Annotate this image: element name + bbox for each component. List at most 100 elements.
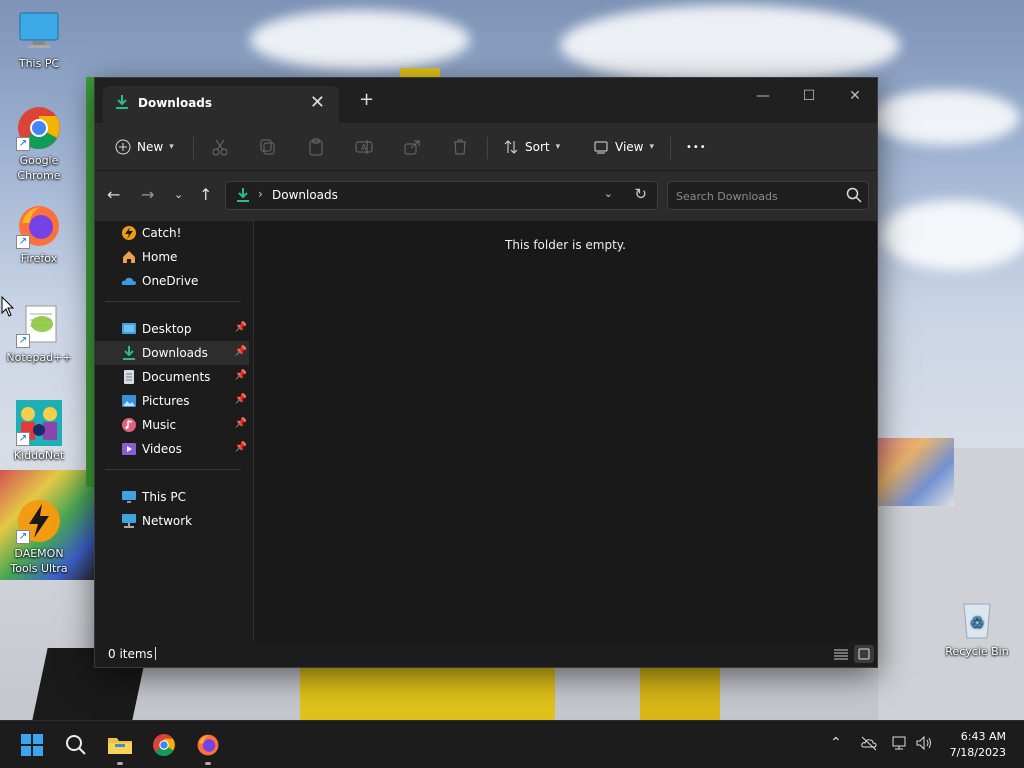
volume-icon[interactable] <box>915 735 933 755</box>
sidebar-item-network[interactable]: Network <box>95 509 249 533</box>
address-dropdown-chevron-icon[interactable]: ⌄ <box>604 187 613 200</box>
desktop-icon-label: Recycle Bin <box>945 645 1009 658</box>
search-box[interactable] <box>667 181 869 210</box>
sidebar-divider <box>105 301 241 302</box>
cut-button[interactable] <box>211 135 229 159</box>
desktop-icon-label: Google Chrome <box>17 154 61 182</box>
sidebar-item-label: This PC <box>142 490 186 504</box>
sidebar-item-documents[interactable]: Documents 📌 <box>95 365 249 389</box>
copy-button[interactable] <box>259 135 277 159</box>
new-button-label: New <box>137 140 164 154</box>
forward-arrow-icon[interactable]: → <box>141 185 154 204</box>
address-row: ← → ⌄ ↑ › Downloads ⌄ ↻ <box>95 171 877 221</box>
daemon-tools-icon: ↗ <box>16 498 62 544</box>
desktop-icon-firefox[interactable]: ↗ Firefox <box>1 203 77 266</box>
more-options-button[interactable]: ••• <box>686 135 707 159</box>
scissors-icon <box>212 139 228 156</box>
pin-icon[interactable]: 📌 <box>235 370 247 381</box>
address-bar[interactable]: › Downloads ⌄ ↻ <box>225 181 658 210</box>
sidebar-item-downloads[interactable]: Downloads 📌 <box>95 341 249 365</box>
sort-button[interactable]: Sort ▾ <box>503 135 560 159</box>
delete-button[interactable] <box>451 135 469 159</box>
sidebar-item-label: Documents <box>142 370 211 384</box>
sidebar-item-pictures[interactable]: Pictures 📌 <box>95 389 249 413</box>
sidebar-item-label: Videos <box>142 442 182 456</box>
title-bar[interactable]: Downloads ✕ + — ☐ ✕ <box>95 78 877 123</box>
running-indicator <box>205 762 211 765</box>
share-icon <box>404 140 420 155</box>
item-count: 0 items <box>108 647 153 661</box>
pin-icon[interactable]: 📌 <box>235 322 247 333</box>
pin-icon[interactable]: 📌 <box>235 442 247 453</box>
video-icon <box>121 441 137 457</box>
pin-icon[interactable]: 📌 <box>235 418 247 429</box>
refresh-icon[interactable]: ↻ <box>634 185 647 203</box>
details-view-button[interactable] <box>831 645 851 663</box>
chevron-down-icon: ▾ <box>649 142 655 152</box>
network-icon[interactable] <box>891 735 909 755</box>
breadcrumb-downloads[interactable]: Downloads <box>272 188 338 202</box>
search-icon[interactable] <box>846 187 862 206</box>
shortcut-arrow-icon: ↗ <box>16 530 30 544</box>
taskbar-file-explorer[interactable] <box>104 729 136 765</box>
trash-icon <box>454 139 466 155</box>
desktop-icon-google-chrome[interactable]: ↗ Google Chrome <box>1 105 77 183</box>
search-input[interactable] <box>676 187 836 205</box>
recent-locations-chevron-icon[interactable]: ⌄ <box>174 188 183 201</box>
daemon-tools-icon <box>121 225 137 241</box>
onedrive-offline-icon[interactable] <box>860 735 878 755</box>
view-icon <box>594 141 608 154</box>
pin-icon[interactable]: 📌 <box>235 394 247 405</box>
shortcut-arrow-icon: ↗ <box>16 137 30 151</box>
file-explorer-window: Downloads ✕ + — ☐ ✕ New ▾ A Sort ▾ View … <box>94 77 878 668</box>
new-button[interactable]: New ▾ <box>115 135 174 159</box>
desktop-icon-this-pc[interactable]: This PC <box>1 8 77 71</box>
sidebar-item-catch[interactable]: Catch! <box>95 221 249 245</box>
sidebar-item-music[interactable]: Music 📌 <box>95 413 249 437</box>
notepad-plus-plus-icon: ↗ <box>16 302 62 348</box>
start-button[interactable] <box>16 729 48 761</box>
taskbar-firefox[interactable] <box>192 729 224 765</box>
cloud-icon <box>121 273 137 289</box>
desktop-icon-label: KiddoNet <box>13 449 65 462</box>
file-list-area[interactable]: This folder is empty. <box>254 221 877 644</box>
maximize-button[interactable]: ☐ <box>786 82 832 110</box>
clock-date: 7/18/2023 <box>949 746 1006 759</box>
large-icons-view-button[interactable] <box>854 645 874 663</box>
pin-icon[interactable]: 📌 <box>235 346 247 357</box>
sidebar-item-videos[interactable]: Videos 📌 <box>95 437 249 461</box>
taskbar-clock[interactable]: 6:43 AM 7/18/2023 <box>950 729 1006 761</box>
desktop-icon-kiddonet[interactable]: ↗ KiddoNet <box>1 400 77 463</box>
back-arrow-icon[interactable]: ← <box>107 185 120 204</box>
sidebar-item-onedrive[interactable]: OneDrive <box>95 269 249 293</box>
desktop-icon-recycle-bin[interactable]: ♻ Recycle Bin <box>937 596 1017 659</box>
desktop-icon-daemon-tools-ultra[interactable]: ↗ DAEMON Tools Ultra <box>1 498 77 576</box>
up-arrow-icon[interactable]: ↑ <box>199 185 212 204</box>
chevron-right-icon[interactable]: › <box>258 187 263 201</box>
new-tab-button[interactable]: + <box>359 89 374 110</box>
sidebar-item-this-pc[interactable]: This PC <box>95 485 249 509</box>
taskbar-google-chrome[interactable] <box>148 729 180 761</box>
status-divider <box>155 647 156 660</box>
view-button[interactable]: View ▾ <box>593 135 654 159</box>
paste-button[interactable] <box>307 135 325 159</box>
search-taskbar-button[interactable] <box>60 729 92 761</box>
minimize-button[interactable]: — <box>740 82 786 110</box>
rename-button[interactable]: A <box>355 135 373 159</box>
toolbar-divider <box>487 137 488 159</box>
sort-button-label: Sort <box>525 140 550 154</box>
sort-arrows-icon <box>504 140 518 154</box>
tab-close-icon[interactable]: ✕ <box>310 92 325 113</box>
shortcut-arrow-icon: ↗ <box>16 432 30 446</box>
close-button[interactable]: ✕ <box>832 82 878 110</box>
sidebar-item-home[interactable]: Home <box>95 245 249 269</box>
tab-downloads[interactable]: Downloads ✕ <box>103 86 339 123</box>
chevron-down-icon: ▾ <box>169 142 174 152</box>
network-icon <box>121 513 137 529</box>
sidebar-item-label: Pictures <box>142 394 190 408</box>
desktop-icon-label: DAEMON Tools Ultra <box>10 547 68 575</box>
show-hidden-icons-chevron-icon[interactable]: ⌃ <box>830 735 842 751</box>
sidebar-item-desktop[interactable]: Desktop 📌 <box>95 317 249 341</box>
share-button[interactable] <box>403 135 421 159</box>
plus-circle-icon <box>115 139 131 155</box>
